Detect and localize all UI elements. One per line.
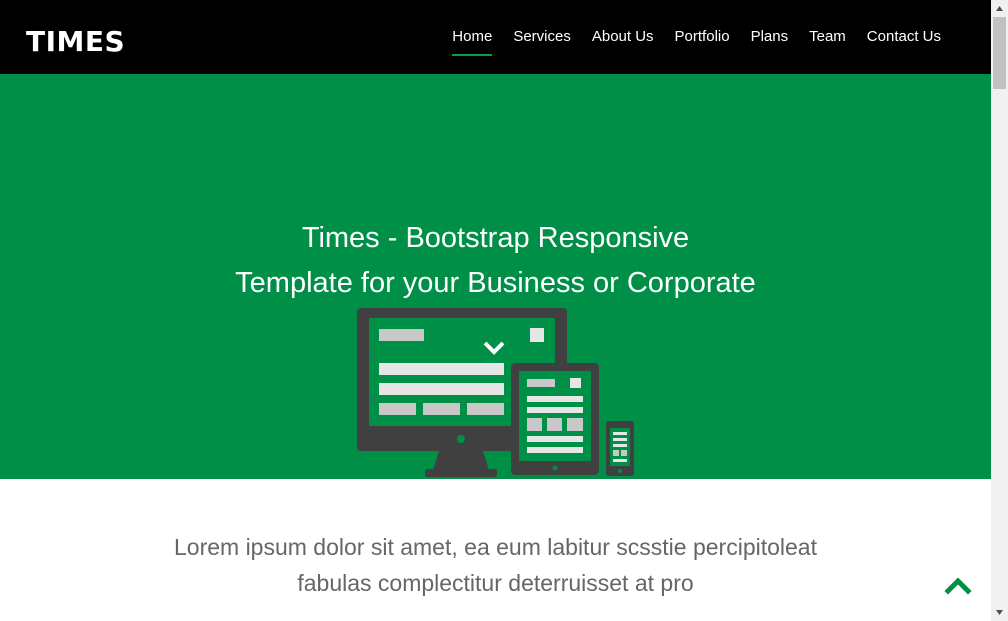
nav-item-plans[interactable]: Plans	[751, 26, 789, 48]
scrollbar-thumb[interactable]	[993, 17, 1006, 89]
chevron-up-icon[interactable]	[944, 575, 972, 597]
page: TIMES Home Services About Us Portfolio P…	[0, 0, 991, 621]
responsive-devices-icon	[357, 308, 634, 477]
intro-text-line-1: Lorem ipsum dolor sit amet, ea eum labit…	[173, 534, 817, 560]
intro-section: Lorem ipsum dolor sit amet, ea eum labit…	[0, 479, 991, 621]
hero-title-line-1: Times - Bootstrap Responsive	[301, 222, 690, 254]
nav-item-team[interactable]: Team	[809, 26, 846, 48]
hero-section: Times - Bootstrap Responsive Template fo…	[0, 74, 991, 479]
scroll-down-arrow-icon[interactable]	[991, 604, 1008, 621]
brand-logo[interactable]: TIMES	[26, 22, 125, 62]
nav-item-home[interactable]: Home	[452, 26, 493, 56]
nav-item-services[interactable]: Services	[513, 26, 571, 48]
intro-text-line-2: fabulas complectitur deterruisset at pro	[297, 570, 694, 596]
scrollbar[interactable]	[991, 0, 1008, 621]
main-nav: Home Services About Us Portfolio Plans T…	[431, 26, 941, 56]
scroll-up-arrow-icon[interactable]	[991, 0, 1008, 17]
nav-item-contact-us[interactable]: Contact Us	[867, 26, 941, 48]
nav-item-about-us[interactable]: About Us	[592, 26, 654, 48]
navbar: TIMES Home Services About Us Portfolio P…	[0, 0, 991, 74]
nav-item-portfolio[interactable]: Portfolio	[675, 26, 730, 48]
hero-title-line-2: Template for your Business or Corporate	[235, 267, 756, 299]
